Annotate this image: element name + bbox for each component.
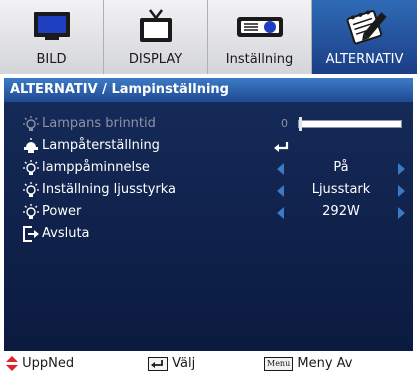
lamp-icon: [22, 115, 40, 133]
help-item-updown: UppNed: [6, 356, 74, 372]
menu-item-label: Inställning ljusstyrka: [42, 182, 177, 197]
menu-item-lamp-reminder[interactable]: lamppåminnelse På: [4, 157, 413, 179]
tab-bild[interactable]: BILD: [0, 0, 104, 74]
right-arrow-icon[interactable]: [398, 207, 405, 219]
page-title: ALTERNATIV / Lampinställning: [4, 78, 413, 102]
bulb-icon: [22, 203, 40, 221]
lamp-icon: [22, 159, 40, 177]
menu-item-value: På: [333, 160, 349, 175]
right-arrow-icon[interactable]: [398, 185, 405, 197]
projector-icon: [230, 6, 290, 46]
notepad-pencil-icon: [335, 6, 395, 46]
menu-item-label: Lampans brinntid: [42, 116, 156, 131]
left-arrow-icon[interactable]: [277, 163, 284, 175]
tab-label: DISPLAY: [128, 52, 183, 67]
help-label: Välj: [172, 356, 196, 371]
menu-item-brightness[interactable]: Inställning ljusstyrka Ljusstark: [4, 179, 413, 201]
menu-item-power[interactable]: Power 292W: [4, 201, 413, 223]
tab-label: Inställning: [225, 52, 294, 67]
menu-panel: Lampans brinntid 0 Lampåterställning lam…: [4, 102, 413, 351]
bulb-icon: [22, 181, 40, 199]
menu-item-value: 292W: [322, 204, 360, 219]
menu-item-exit[interactable]: Avsluta: [4, 223, 413, 245]
menu-item-label: lamppåminnelse: [42, 160, 150, 175]
menu-item-value: Ljusstark: [311, 182, 371, 197]
slider-handle: [299, 117, 302, 131]
menu-key-icon: Menu: [264, 356, 294, 371]
menu-item-lamp-hours: Lampans brinntid 0: [4, 113, 413, 135]
enter-key-icon: [148, 356, 168, 371]
tab-label: BILD: [36, 52, 67, 67]
monitor-icon: [22, 6, 82, 46]
help-item-select: Välj: [148, 356, 195, 372]
tab-installning[interactable]: Inställning: [208, 0, 312, 74]
tab-display[interactable]: DISPLAY: [104, 0, 208, 74]
help-label: UppNed: [22, 356, 75, 371]
tab-bar: BILD DISPLAY Inställning ALTERNATIV: [0, 0, 417, 74]
tab-label: ALTERNATIV: [325, 52, 404, 67]
help-bar: UppNed Välj Menu Meny Av: [0, 351, 417, 377]
lamp-reset-icon: [22, 137, 40, 155]
menu-item-label: Lampåterställning: [42, 138, 160, 153]
left-arrow-icon[interactable]: [277, 185, 284, 197]
tv-icon: [126, 6, 186, 46]
lamp-hours-slider: [298, 117, 402, 131]
enter-icon: [272, 139, 292, 153]
slider-value: 0: [281, 117, 288, 130]
tab-alternativ[interactable]: ALTERNATIV: [312, 0, 417, 74]
right-arrow-icon[interactable]: [398, 163, 405, 175]
exit-icon: [22, 225, 40, 243]
left-arrow-icon[interactable]: [277, 207, 284, 219]
menu-item-label: Power: [42, 204, 82, 219]
up-down-arrows-icon: [6, 356, 18, 371]
help-item-menu: Menu Meny Av: [264, 356, 352, 372]
menu-item-label: Avsluta: [42, 226, 90, 241]
menu-item-lamp-reset[interactable]: Lampåterställning: [4, 135, 413, 157]
help-label: Meny Av: [297, 356, 353, 371]
